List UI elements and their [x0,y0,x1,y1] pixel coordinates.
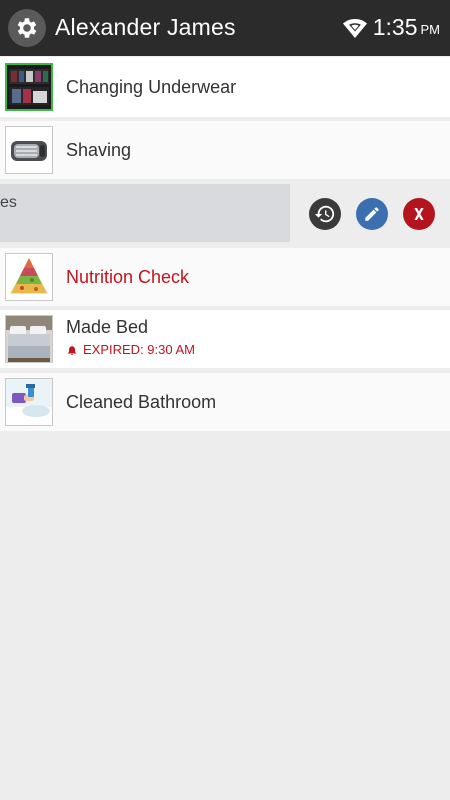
history-icon[interactable] [309,198,341,230]
wifi-icon [342,18,367,38]
clock-time: 1:35 [372,14,418,40]
list-item[interactable]: Cleaned Bathroom [0,373,450,431]
expired-status: EXPIRED: 9:30 AM [66,342,195,357]
task-label: es [0,194,17,211]
food-pyramid-photo [5,253,53,301]
closet-photo [5,63,53,111]
list-item[interactable]: Made Bed EXPIRED: 9:30 AM [0,310,450,368]
task-label: Changing Underwear [66,77,237,97]
razor-photo [5,126,53,174]
clock-ampm: PM [420,22,441,37]
app-header: Alexander James 1:35 PM [0,0,450,56]
gear-icon[interactable] [8,9,46,47]
swiped-list-item[interactable]: es [0,182,450,246]
swiped-item-panel[interactable]: es [0,184,290,242]
bed-photo [5,315,53,363]
expired-status-text: EXPIRED: 9:30 AM [83,342,195,357]
list-item[interactable]: Shaving [0,121,450,179]
task-label: Made Bed [66,317,149,337]
edit-icon[interactable] [356,198,388,230]
task-label: Nutrition Check [66,267,190,287]
list-item[interactable]: Nutrition Check [0,248,450,306]
page-title: Alexander James [55,14,236,40]
alarm-bell-icon [68,345,76,355]
status-bar: 1:35 PM [342,14,441,41]
list-item[interactable]: Changing Underwear [0,57,450,117]
delete-icon[interactable] [403,198,435,230]
task-label: Shaving [66,140,132,160]
bathroom-cleaning-photo [5,378,53,426]
task-label: Cleaned Bathroom [66,392,217,412]
